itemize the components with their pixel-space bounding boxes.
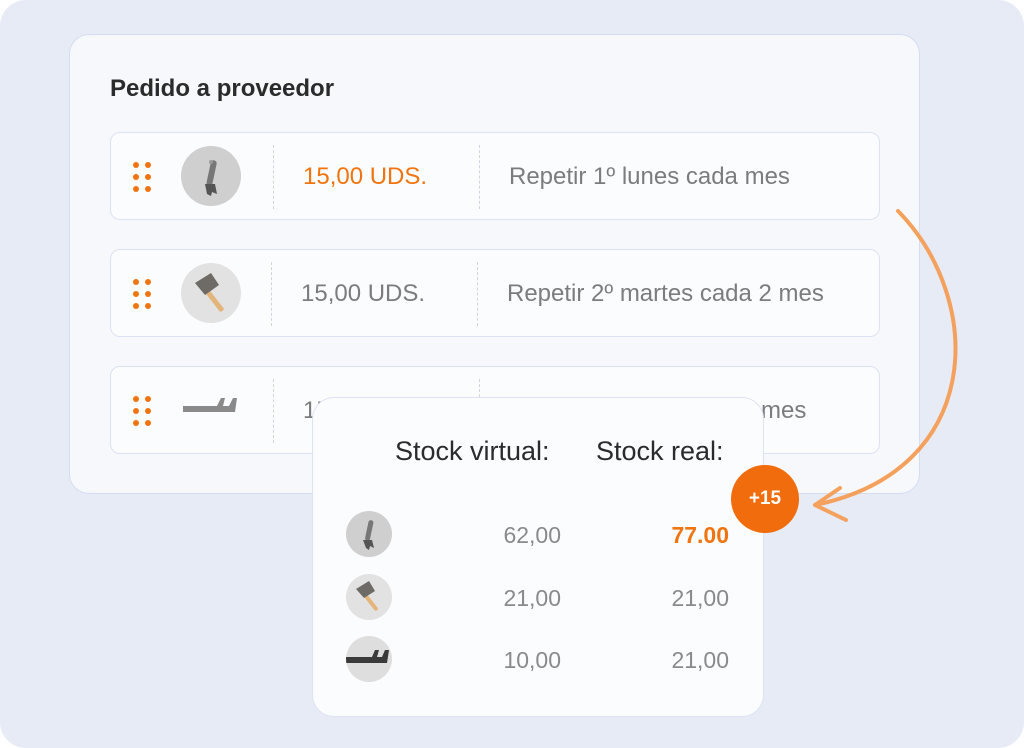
axe-icon (346, 574, 392, 620)
stock-increase-badge: +15 (731, 465, 799, 533)
adjustable-wrench-icon (346, 511, 392, 557)
stock-real-value: 21,00 (671, 585, 729, 611)
stock-real-header: Stock real: (596, 436, 724, 466)
stock-virtual-value: 10,00 (503, 647, 561, 673)
stock-real-value: 21,00 (671, 647, 729, 673)
stock-popup: Stock virtual: Stock real: 62,00 77.00 2… (312, 397, 764, 717)
stock-virtual-value: 62,00 (503, 522, 561, 548)
stock-real-value: 77.00 (671, 522, 729, 548)
open-wrench-icon (346, 636, 392, 682)
stock-virtual-header: Stock virtual: (395, 436, 550, 466)
stock-virtual-value: 21,00 (503, 585, 561, 611)
